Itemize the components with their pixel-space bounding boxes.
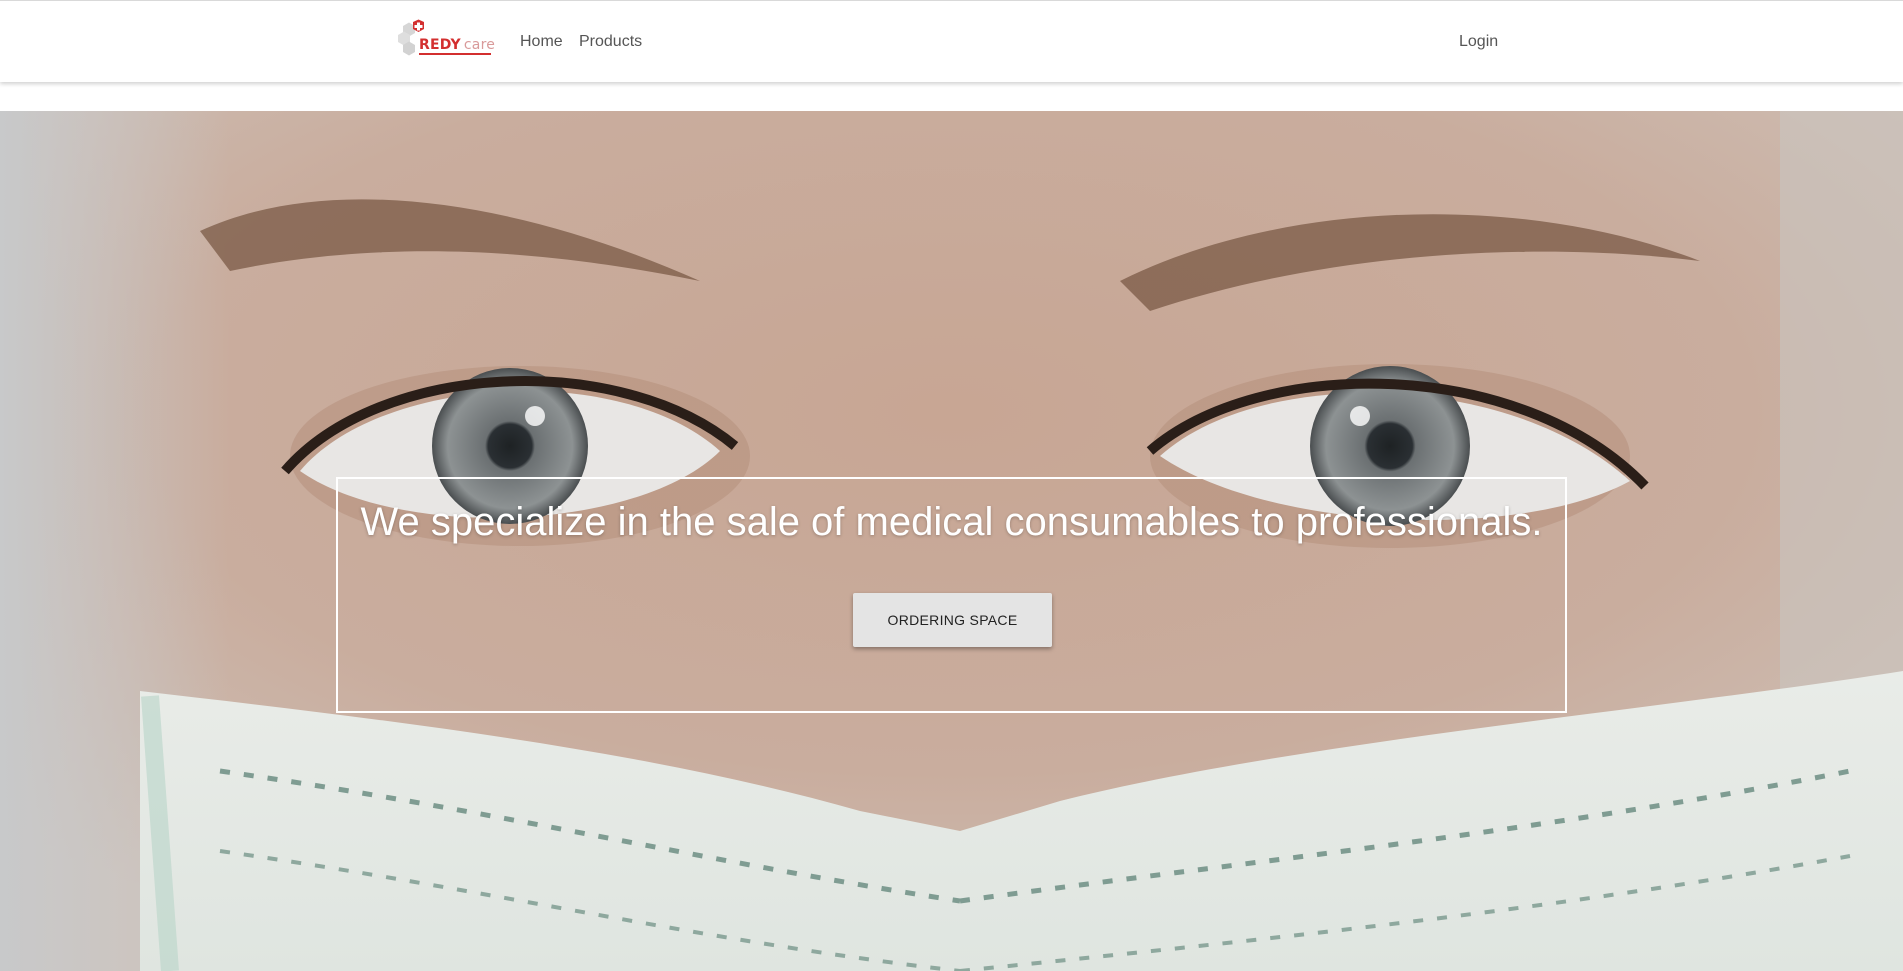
ordering-space-button[interactable]: ORDERING SPACE — [853, 593, 1052, 647]
brand-underline — [419, 53, 491, 55]
nav-home-link[interactable]: Home — [520, 32, 563, 52]
brand-name-secondary: care — [463, 37, 496, 53]
brand-wordmark: REDY care — [419, 37, 495, 53]
hero-headline: We specialize in the sale of medical con… — [360, 500, 1543, 544]
nav-login-link[interactable]: Login — [1459, 32, 1498, 52]
brand-logo[interactable]: REDY care — [395, 18, 497, 66]
nav-products-link[interactable]: Products — [579, 32, 642, 52]
top-navbar: REDY care Home Products Login — [0, 0, 1903, 82]
hero-callout-box: We specialize in the sale of medical con… — [336, 477, 1567, 713]
hero-section: We specialize in the sale of medical con… — [0, 111, 1903, 971]
brand-name-primary: REDY — [419, 37, 461, 53]
